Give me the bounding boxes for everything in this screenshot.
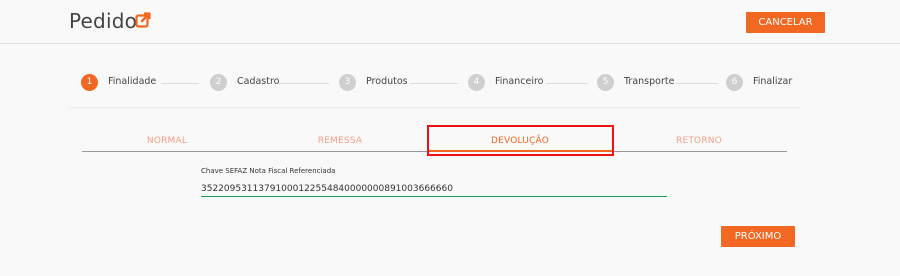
- external-link-icon[interactable]: [135, 12, 151, 28]
- step-label: Produtos: [366, 76, 408, 87]
- step-connector: [279, 83, 329, 84]
- chave-sefaz-label: Chave SEFAZ Nota Fiscal Referenciada: [201, 167, 336, 175]
- tab-remessa[interactable]: REMESSA: [252, 136, 428, 146]
- step-connector: [410, 83, 458, 84]
- cancel-button[interactable]: CANCELAR: [746, 12, 825, 33]
- next-button[interactable]: PRÓXIMO: [721, 226, 795, 247]
- tab-retorno[interactable]: RETORNO: [611, 136, 787, 146]
- step-connector: [161, 83, 199, 84]
- step-number: 2: [210, 74, 227, 91]
- step-number: 6: [726, 74, 743, 91]
- chave-sefaz-input[interactable]: [201, 181, 667, 197]
- annotation-highlight-box: [427, 125, 614, 156]
- tab-normal[interactable]: NORMAL: [79, 136, 255, 146]
- step-number: 1: [81, 74, 98, 91]
- step-label: Finalizar: [753, 76, 793, 87]
- step-connector: [676, 83, 718, 84]
- order-stepper: 1 Finalidade 2 Cadastro 3 Produtos 4 Fin…: [0, 70, 900, 100]
- step-number: 4: [468, 74, 485, 91]
- step-label: Transporte: [624, 76, 675, 87]
- step-number: 5: [597, 74, 614, 91]
- page-header: Pedido CANCELAR: [0, 0, 900, 44]
- step-label: Finalidade: [108, 76, 157, 87]
- step-label: Financeiro: [495, 76, 544, 87]
- page-title: Pedido: [69, 9, 138, 33]
- step-connector: [546, 83, 588, 84]
- step-label: Cadastro: [237, 76, 280, 87]
- step-number: 3: [339, 74, 356, 91]
- section-divider: [69, 107, 800, 108]
